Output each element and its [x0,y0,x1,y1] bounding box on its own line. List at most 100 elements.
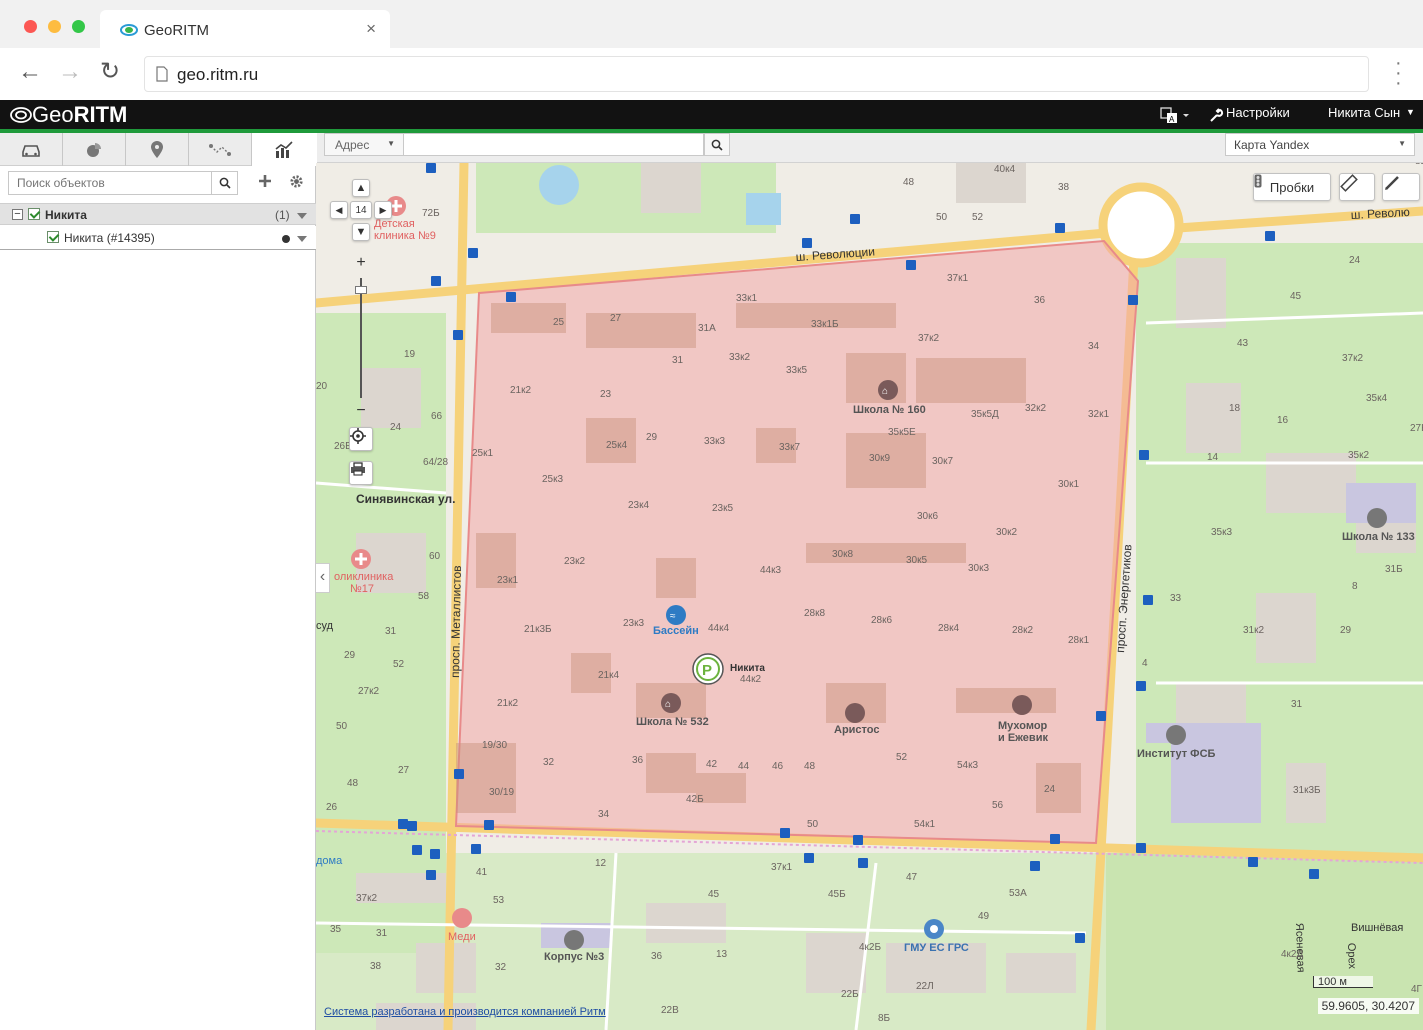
bus-stop-icon[interactable] [484,820,494,830]
building-number-label: 44к3 [760,565,781,576]
forward-icon[interactable]: → [58,58,82,86]
bus-stop-icon[interactable] [1143,595,1153,605]
bus-stop-icon[interactable] [1248,857,1258,867]
add-icon[interactable] [258,174,272,188]
tab-tracks[interactable] [189,133,252,166]
zoom-in-button[interactable]: + [351,253,371,273]
bus-stop-icon[interactable] [471,844,481,854]
bus-stop-icon[interactable] [506,292,516,302]
bus-stop-icon[interactable] [1030,861,1040,871]
sidebar-collapse-handle[interactable]: ‹ [316,563,330,593]
bus-stop-icon[interactable] [426,870,436,880]
bus-stop-icon[interactable] [453,330,463,340]
gear-icon[interactable] [289,174,304,189]
building-number-label: 30к5 [906,555,927,566]
bus-stop-icon[interactable] [850,214,860,224]
bus-stop-icon[interactable] [1096,711,1106,721]
bus-stop-icon[interactable] [430,849,440,859]
user-menu-chevron-icon[interactable]: ▼ [1406,107,1415,117]
ruler-button[interactable] [1339,173,1375,201]
tab-reports[interactable] [252,133,316,166]
building-number-label: 31 [1291,699,1303,710]
browser-tab[interactable]: GeoRITM × [100,10,390,48]
bus-stop-icon[interactable] [1136,843,1146,853]
building-number-label: 33к5 [786,365,807,376]
tab-close-icon[interactable]: × [366,19,376,39]
map-view[interactable]: ш. Революции ш. Револю просп. Металлисто… [316,163,1423,1030]
group-checkbox[interactable] [28,208,40,220]
minimize-window-icon[interactable] [48,20,61,33]
map-canvas[interactable]: ш. Революции ш. Револю просп. Металлисто… [316,163,1423,1030]
group-menu-chevron-icon[interactable] [297,213,307,219]
zoom-out-button[interactable]: − [351,401,371,421]
bus-stop-icon[interactable] [858,858,868,868]
tab-geozones[interactable] [63,133,126,166]
back-icon[interactable]: ← [18,58,42,86]
object-search-input[interactable] [9,172,209,194]
language-icon[interactable]: A [1160,106,1190,124]
tree-group-nikita[interactable]: − Никита (1) [0,203,316,225]
building-number-label: 35к2 [1348,450,1369,461]
list-item[interactable]: Никита (#14395) [0,226,316,250]
close-window-icon[interactable] [24,20,37,33]
bus-stop-icon[interactable] [804,853,814,863]
tab-points[interactable] [126,133,189,166]
building-number-label: 49 [978,911,990,922]
bus-stop-icon[interactable] [1265,231,1275,241]
tab-objects[interactable] [0,133,63,166]
pan-left-button[interactable]: ◀ [330,201,348,219]
bus-stop-icon[interactable] [426,163,436,173]
bus-stop-icon[interactable] [1055,223,1065,233]
draw-button[interactable] [1382,173,1420,201]
poi-label: Корпус №3 [544,951,604,963]
building-number-label: 34 [1088,341,1100,352]
object-menu-chevron-icon[interactable] [297,236,307,242]
bus-stop-icon[interactable] [1309,869,1319,879]
address-input[interactable] [404,133,704,156]
traffic-button[interactable]: Пробки [1253,173,1331,201]
address-type-select[interactable]: Адрес ▼ [324,133,404,156]
locate-button[interactable] [349,427,373,451]
zoom-slider-handle[interactable] [355,286,367,294]
bus-stop-icon[interactable] [802,238,812,248]
georitm-logo[interactable]: GeoRITM [10,102,127,128]
pan-right-button[interactable]: ▶ [374,201,392,219]
map-type-select[interactable]: Карта Yandex ▼ [1225,133,1415,156]
bus-stop-icon[interactable] [431,276,441,286]
bus-stop-icon[interactable] [1128,295,1138,305]
building-number-label: 46 [772,761,784,772]
address-bar[interactable]: geo.ritm.ru [144,56,1369,92]
bus-stop-icon[interactable] [468,248,478,258]
print-button[interactable] [349,461,373,485]
svg-text:⌂: ⌂ [882,386,888,397]
bus-stop-icon[interactable] [1050,834,1060,844]
bus-stop-icon[interactable] [1136,681,1146,691]
collapse-group-icon[interactable]: − [12,209,23,220]
bus-stop-icon[interactable] [398,819,408,829]
bus-stop-icon[interactable] [407,821,417,831]
bus-stop-icon[interactable] [1139,450,1149,460]
settings-menu[interactable]: Настройки [1226,105,1290,120]
developer-link[interactable]: Система разработана и производится компа… [324,1006,606,1018]
maximize-window-icon[interactable] [72,20,85,33]
address-type-value: Адрес [335,138,370,152]
user-menu[interactable]: Никита Сын [1328,105,1400,120]
address-search-button[interactable] [704,133,730,156]
reload-icon[interactable]: ↻ [100,58,120,86]
bus-stop-icon[interactable] [412,845,422,855]
pan-down-button[interactable]: ▼ [352,223,370,241]
bus-stop-icon[interactable] [906,260,916,270]
map-scale: 100 м [1313,976,1373,988]
object-checkbox[interactable] [47,231,59,243]
object-search-button[interactable] [211,172,237,194]
pan-up-button[interactable]: ▲ [352,179,370,197]
bus-stop-icon[interactable] [1075,933,1085,943]
building-number-label: 29 [344,650,356,661]
bus-stop-icon[interactable] [853,835,863,845]
bus-stop-icon[interactable] [780,828,790,838]
zoom-slider-track[interactable] [360,278,362,398]
building-number-label: 16 [1277,415,1289,426]
browser-menu-icon[interactable]: · · · [1395,53,1402,93]
building-number-label: 50 [936,212,948,223]
bus-stop-icon[interactable] [454,769,464,779]
